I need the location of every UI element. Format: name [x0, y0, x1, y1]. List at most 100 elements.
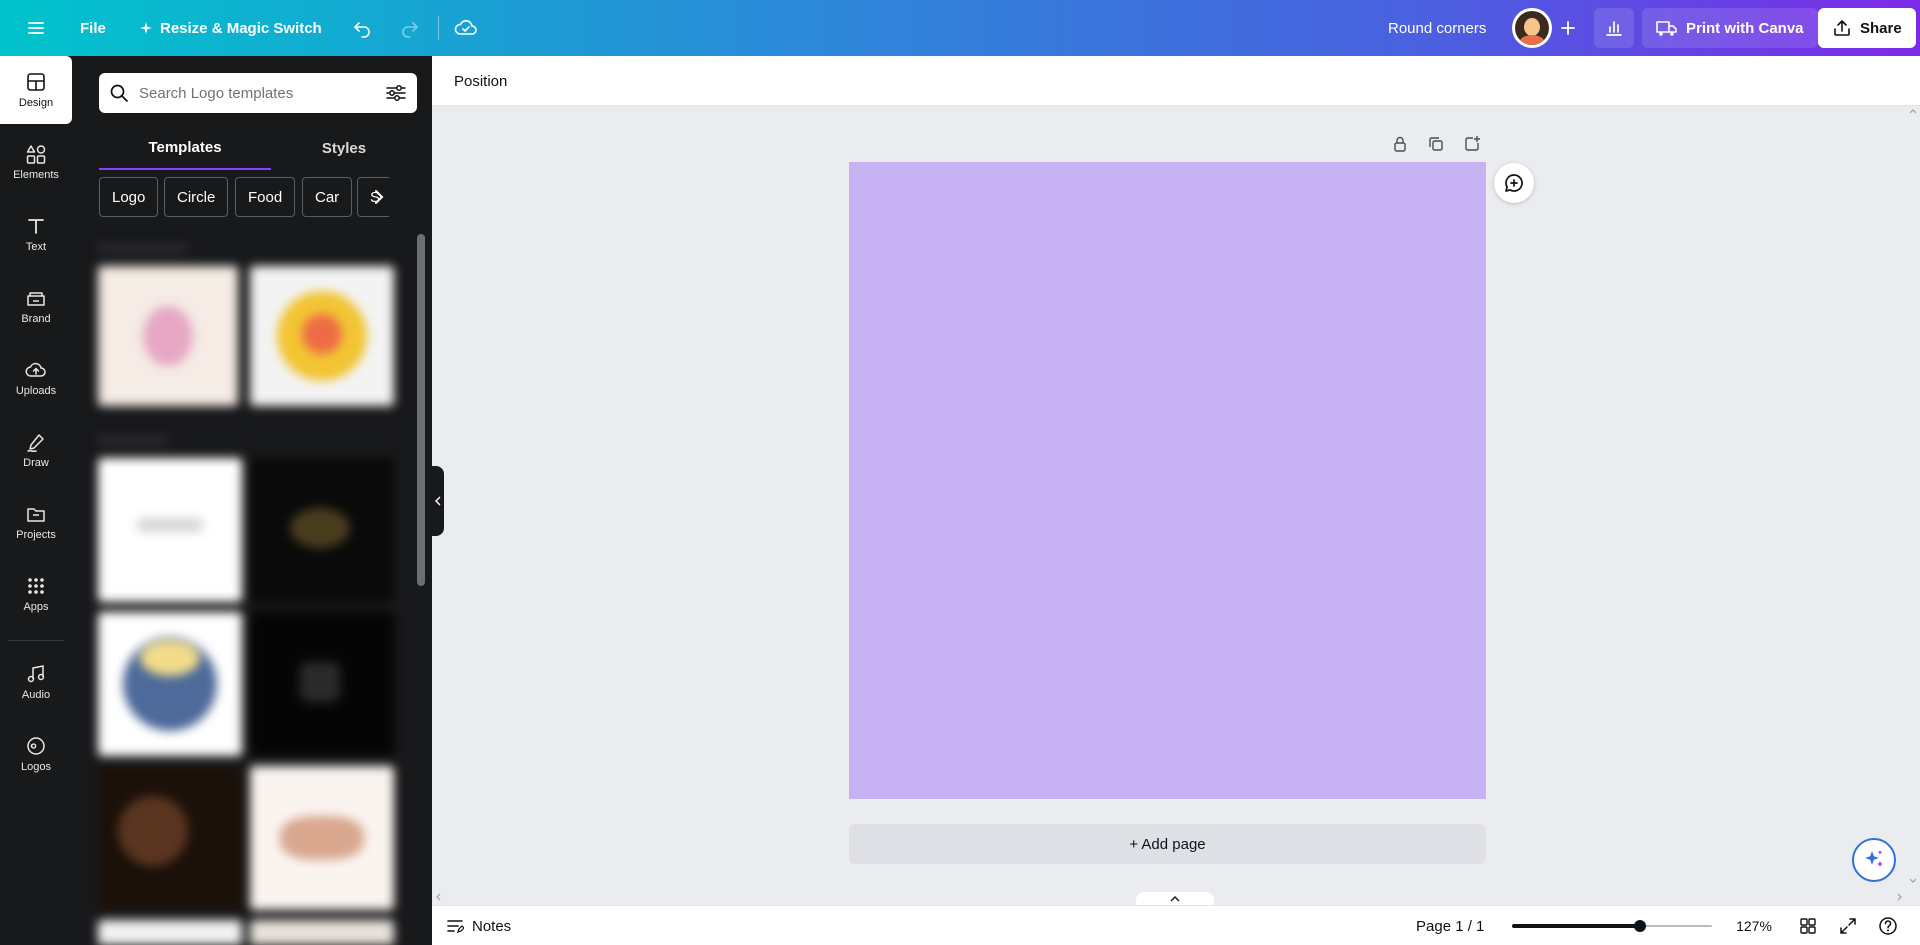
rail-label: Apps [23, 601, 49, 613]
bottom-bar: Notes Page 1 / 1 127% [432, 905, 1920, 945]
layout-icon [27, 73, 45, 91]
rail-label: Projects [16, 529, 56, 541]
notes-label: Notes [472, 917, 512, 935]
template-thumb[interactable] [98, 612, 242, 756]
folder-icon [27, 508, 45, 522]
bar-chart-icon [1606, 21, 1622, 36]
section-heading-placeholder [98, 244, 188, 252]
print-with-canva-button[interactable]: Print with Canva [1642, 8, 1818, 48]
rail-divider [8, 640, 64, 641]
magic-assistant-button[interactable] [1852, 838, 1896, 882]
notes-icon [447, 920, 464, 933]
save-status-button[interactable] [446, 8, 486, 48]
undo-button[interactable] [342, 8, 382, 48]
share-label: Share [1860, 19, 1902, 37]
file-menu-button[interactable]: File [68, 8, 118, 48]
template-thumb[interactable] [98, 766, 242, 910]
help-button[interactable] [1874, 912, 1902, 940]
help-icon [1879, 917, 1897, 935]
zoom-level[interactable]: 127% [1730, 912, 1778, 940]
logo-icon [27, 737, 45, 755]
template-thumb[interactable] [250, 266, 394, 406]
rail-item-apps[interactable]: Apps [0, 560, 72, 628]
add-collaborator-button[interactable] [1552, 12, 1584, 44]
rail-item-text[interactable]: Text [0, 200, 72, 268]
chip-circle[interactable]: Circle [164, 177, 229, 217]
text-icon [28, 219, 44, 234]
grid-view-button[interactable] [1794, 912, 1822, 940]
filter-sliders-icon[interactable] [385, 83, 407, 103]
share-button[interactable]: Share [1818, 8, 1916, 48]
left-nav-rail: Design Elements Text Brand Uploads Draw … [0, 56, 72, 945]
rail-item-design[interactable]: Design [0, 56, 72, 124]
context-toolbar: Position [432, 56, 1920, 106]
tab-styles[interactable]: Styles [271, 126, 417, 170]
panel-tabs: Templates Styles [99, 126, 417, 170]
fullscreen-button[interactable] [1834, 912, 1862, 940]
chip-food[interactable]: Food [235, 177, 296, 217]
rail-label: Design [18, 97, 54, 109]
undo-icon [354, 22, 370, 38]
shapes-icon [26, 145, 46, 164]
rail-label: Uploads [15, 385, 57, 397]
share-upload-icon [1834, 20, 1850, 36]
zoom-slider-handle[interactable] [1634, 920, 1646, 932]
chip-logo[interactable]: Logo [99, 177, 159, 217]
lock-icon [1394, 136, 1406, 152]
template-thumb[interactable] [98, 920, 242, 945]
page-indicator[interactable]: Page 1 / 1 [1416, 912, 1484, 940]
add-page-icon [1465, 136, 1480, 151]
notes-button[interactable]: Notes [446, 912, 511, 940]
duplicate-page-button[interactable] [1420, 130, 1452, 158]
brand-icon [27, 292, 45, 306]
resize-magic-switch-button[interactable]: Resize & Magic Switch [128, 8, 334, 48]
template-thumb[interactable] [250, 458, 394, 602]
user-avatar[interactable] [1512, 8, 1552, 48]
tab-templates[interactable]: Templates [99, 126, 271, 170]
zoom-slider[interactable] [1512, 919, 1712, 933]
search-box[interactable] [99, 73, 417, 113]
rail-item-uploads[interactable]: Uploads [0, 344, 72, 412]
template-thumb[interactable] [250, 920, 394, 945]
collapse-panel-button[interactable] [432, 466, 444, 536]
chevron-left-icon [435, 496, 441, 506]
rail-item-logos[interactable]: Logos [0, 720, 72, 788]
template-thumb[interactable] [98, 266, 238, 406]
rail-label: Audio [21, 689, 51, 701]
chips-next-button[interactable] [369, 177, 389, 217]
rail-item-draw[interactable]: Draw [0, 416, 72, 484]
rail-label: Draw [23, 457, 49, 469]
hamburger-icon [28, 22, 44, 34]
duplicate-icon [1429, 137, 1443, 151]
rail-item-brand[interactable]: Brand [0, 272, 72, 340]
section-heading-placeholder [98, 436, 168, 444]
round-corners-button[interactable]: Round corners [1376, 8, 1498, 48]
show-pages-button[interactable] [1136, 892, 1214, 906]
search-icon [110, 84, 128, 102]
grid-view-icon [1800, 918, 1816, 934]
add-comment-button[interactable] [1494, 163, 1534, 203]
redo-button[interactable] [390, 8, 430, 48]
position-button[interactable]: Position [442, 61, 519, 101]
comment-plus-icon [1505, 174, 1523, 192]
chevron-up-icon [1170, 896, 1180, 902]
redo-icon [402, 22, 418, 38]
main-menu-button[interactable] [16, 8, 56, 48]
design-page[interactable] [849, 162, 1486, 799]
template-thumb[interactable] [98, 458, 242, 602]
rail-item-elements[interactable]: Elements [0, 128, 72, 196]
search-input[interactable] [139, 84, 375, 102]
canvas-vertical-scrollbar[interactable] [1906, 106, 1920, 906]
add-page-icon-button[interactable] [1456, 130, 1488, 158]
apps-grid-icon [28, 578, 44, 594]
insights-button[interactable] [1594, 8, 1634, 48]
rail-item-projects[interactable]: Projects [0, 488, 72, 556]
lock-page-button[interactable] [1384, 130, 1416, 158]
rail-item-audio[interactable]: Audio [0, 648, 72, 716]
cloud-upload-icon [25, 362, 46, 377]
chip-car[interactable]: Car [302, 177, 353, 217]
template-thumb[interactable] [250, 766, 394, 910]
template-thumb[interactable] [250, 612, 394, 756]
panel-scrollbar-thumb[interactable] [417, 234, 425, 586]
add-page-button[interactable]: + Add page [849, 824, 1486, 864]
